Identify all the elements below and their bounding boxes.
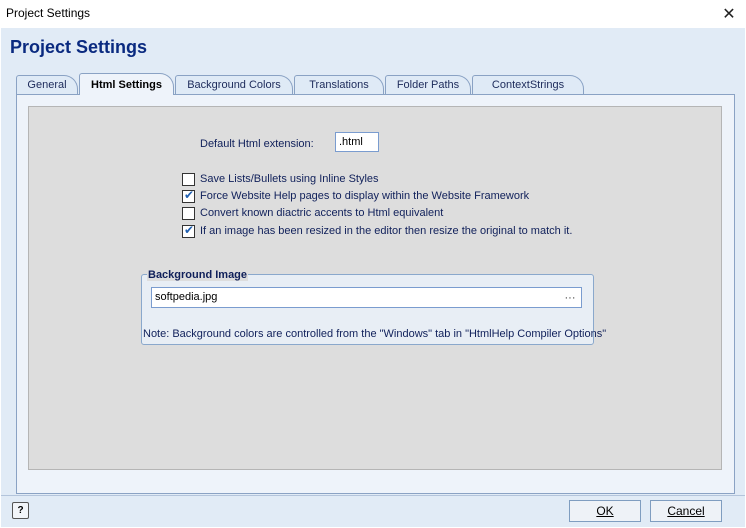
tab-contextstrings[interactable]: ContextStrings — [472, 75, 584, 94]
option-diactric-accents[interactable]: Convert known diactric accents to Html e… — [182, 206, 443, 220]
background-image-value: softpedia.jpg — [155, 291, 218, 303]
checkbox[interactable] — [182, 172, 195, 186]
checkbox[interactable] — [182, 206, 195, 220]
option-inline-styles[interactable]: Save Lists/Bullets using Inline Styles — [182, 172, 379, 186]
default-ext-label: Default Html extension: — [200, 138, 314, 150]
page-title: Project Settings — [10, 37, 148, 57]
help-icon: ? — [17, 505, 24, 516]
close-icon[interactable]: ✕ — [712, 0, 746, 28]
checkmark-icon: ✔ — [184, 187, 195, 202]
checkbox[interactable]: ✔ — [182, 187, 195, 203]
checkbox[interactable]: ✔ — [182, 222, 195, 238]
cancel-button[interactable]: Cancel — [650, 500, 722, 522]
tab-strip: General Html Settings Background Colors … — [16, 73, 736, 95]
title-bar: Project Settings ✕ — [0, 0, 746, 28]
ok-button[interactable]: OK — [569, 500, 641, 522]
browse-button[interactable]: ··· — [560, 289, 580, 306]
tab-folder-paths[interactable]: Folder Paths — [385, 75, 471, 94]
note-text: Note: Background colors are controlled f… — [143, 328, 607, 340]
dialog-body: Project Settings General Html Settings B… — [1, 28, 745, 527]
checkmark-icon: ✔ — [184, 222, 195, 237]
option-resize-original[interactable]: ✔ If an image has been resized in the ed… — [182, 222, 572, 238]
option-website-framework[interactable]: ✔ Force Website Help pages to display wi… — [182, 187, 529, 203]
tab-translations[interactable]: Translations — [294, 75, 384, 94]
tab-html-settings[interactable]: Html Settings — [79, 73, 174, 95]
default-ext-input[interactable] — [335, 132, 379, 152]
window-title: Project Settings — [6, 6, 91, 20]
help-button[interactable]: ? — [12, 502, 29, 519]
background-image-title: Background Image — [147, 269, 249, 281]
background-image-field[interactable]: softpedia.jpg ··· — [151, 287, 582, 308]
tab-background-colors[interactable]: Background Colors — [175, 75, 293, 94]
footer-divider — [1, 495, 745, 496]
tab-general[interactable]: General — [16, 75, 78, 94]
